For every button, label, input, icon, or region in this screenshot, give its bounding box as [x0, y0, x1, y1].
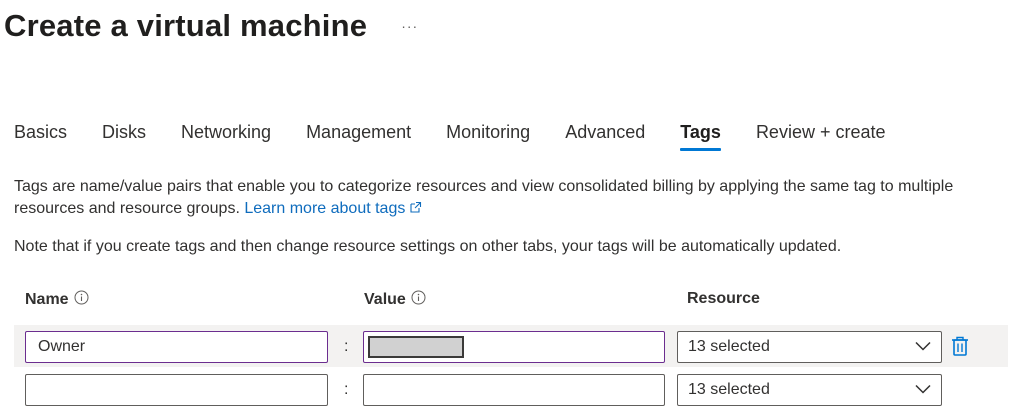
chevron-down-icon: [915, 381, 931, 399]
tab-bar: Basics Disks Networking Management Monit…: [14, 122, 921, 153]
page-title: Create a virtual machine: [4, 8, 368, 43]
auto-update-note: Note that if you create tags and then ch…: [14, 238, 842, 255]
name-value-separator: :: [344, 381, 349, 398]
value-column-header: Value: [364, 290, 426, 310]
resource-dropdown-value: 13 selected: [688, 381, 770, 398]
name-header-label: Name: [25, 291, 69, 308]
tags-description: Tags are name/value pairs that enable yo…: [14, 176, 999, 221]
learn-more-link-text[interactable]: Learn more about tags: [244, 200, 405, 217]
tab-management[interactable]: Management: [306, 122, 411, 153]
tab-review-create[interactable]: Review + create: [756, 122, 886, 153]
resource-column-header: Resource: [687, 290, 760, 308]
trash-icon[interactable]: [950, 335, 970, 362]
tab-advanced[interactable]: Advanced: [565, 122, 645, 153]
value-header-label: Value: [364, 291, 406, 308]
name-column-header: Name: [25, 290, 89, 310]
tag-name-value: Owner: [38, 338, 86, 355]
redacted-value: [368, 336, 464, 358]
tag-value-input[interactable]: [363, 331, 665, 363]
resource-header-label: Resource: [687, 290, 760, 307]
info-icon[interactable]: [74, 290, 89, 310]
title-row: Create a virtual machine ···: [4, 8, 418, 44]
tab-networking[interactable]: Networking: [181, 122, 271, 153]
tab-monitoring[interactable]: Monitoring: [446, 122, 530, 153]
chevron-down-icon: [915, 338, 931, 356]
learn-more-link[interactable]: Learn more about tags: [244, 200, 422, 217]
more-options-button[interactable]: ···: [401, 18, 418, 34]
tag-value-input[interactable]: [363, 374, 665, 406]
resource-dropdown[interactable]: 13 selected: [677, 331, 942, 363]
tag-name-input[interactable]: [25, 374, 328, 406]
name-value-separator: :: [344, 338, 349, 355]
external-link-icon: [409, 199, 422, 221]
tab-disks[interactable]: Disks: [102, 122, 146, 153]
description-text: Tags are name/value pairs that enable yo…: [14, 178, 954, 217]
resource-dropdown[interactable]: 13 selected: [677, 374, 942, 406]
tab-basics[interactable]: Basics: [14, 122, 67, 153]
tab-tags[interactable]: Tags: [680, 122, 721, 153]
resource-dropdown-value: 13 selected: [688, 338, 770, 355]
tag-name-input[interactable]: Owner: [25, 331, 328, 363]
info-icon[interactable]: [411, 290, 426, 310]
